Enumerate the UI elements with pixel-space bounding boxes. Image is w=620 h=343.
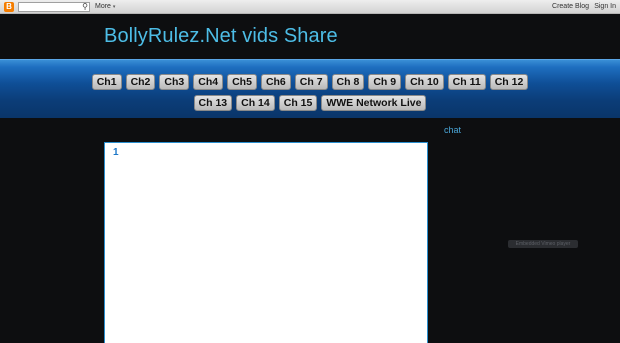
chevron-down-icon: ▾ bbox=[112, 4, 116, 10]
tab-ch8[interactable]: Ch 8 bbox=[331, 74, 365, 90]
tab-wwe-network-live[interactable]: WWE Network Live bbox=[321, 95, 427, 111]
tab-ch6[interactable]: Ch6 bbox=[260, 74, 291, 90]
tab-ch12[interactable]: Ch 12 bbox=[489, 74, 529, 90]
tab-ch5[interactable]: Ch5 bbox=[227, 74, 257, 90]
more-menu-button[interactable]: More ▾ bbox=[95, 2, 115, 12]
main-post-area: 1 bbox=[104, 142, 428, 343]
tab-ch4[interactable]: Ch4 bbox=[193, 74, 224, 90]
tab-ch10[interactable]: Ch 10 bbox=[405, 74, 444, 90]
tab-ch14[interactable]: Ch 14 bbox=[236, 95, 275, 111]
embedded-player[interactable]: Embedded Vimeo player bbox=[508, 240, 578, 248]
nav-tabs-row-2: Ch 13 Ch 14 Ch 15 WWE Network Live bbox=[0, 95, 620, 111]
tab-ch2[interactable]: Ch2 bbox=[125, 74, 156, 90]
tab-ch11[interactable]: Ch 11 bbox=[447, 74, 486, 90]
nav-tabs-row-1: Ch1 Ch2 Ch3 Ch4 Ch5 Ch6 Ch 7 Ch 8 Ch 9 C… bbox=[0, 74, 620, 90]
blogger-logo-icon[interactable]: B bbox=[4, 2, 14, 12]
tab-ch15[interactable]: Ch 15 bbox=[278, 95, 318, 111]
post-title[interactable]: 1 bbox=[113, 147, 119, 158]
sign-in-link[interactable]: Sign In bbox=[594, 2, 616, 12]
sidebar-chat-title: chat bbox=[444, 125, 462, 135]
tab-ch13[interactable]: Ch 13 bbox=[193, 95, 233, 111]
tab-ch7[interactable]: Ch 7 bbox=[294, 74, 328, 90]
more-label: More bbox=[95, 3, 111, 10]
tab-ch3[interactable]: Ch3 bbox=[159, 74, 190, 90]
tab-ch9[interactable]: Ch 9 bbox=[368, 74, 402, 90]
blogger-navbar: B ⚲ More ▾ Create Blog Sign In bbox=[0, 0, 620, 14]
create-blog-link[interactable]: Create Blog bbox=[552, 2, 589, 12]
tab-ch1[interactable]: Ch1 bbox=[91, 74, 122, 90]
search-icon[interactable]: ⚲ bbox=[80, 2, 90, 12]
blog-title[interactable]: BollyRulez.Net vids Share bbox=[104, 25, 338, 48]
